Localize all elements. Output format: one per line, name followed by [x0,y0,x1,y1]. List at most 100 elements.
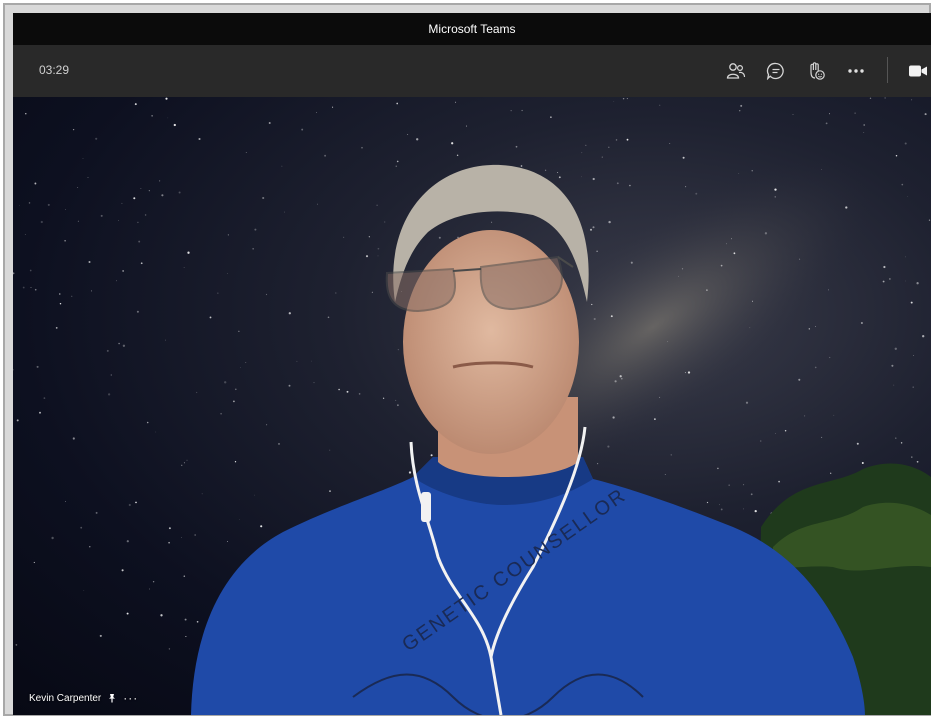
star [161,194,164,197]
star [39,411,41,414]
star [626,98,628,100]
star [65,501,67,502]
star [916,460,919,463]
star [884,97,886,99]
screenshot-frame: Microsoft Teams 03:29 GENETIC COUNSELLOR… [3,3,931,716]
star [685,186,687,188]
show-participants-button[interactable] [721,57,751,85]
star [283,211,285,213]
star [186,459,188,461]
star [733,252,736,255]
more-icon [848,69,864,73]
star [905,280,906,282]
star [252,248,254,250]
star [361,146,363,149]
more-actions-button[interactable] [841,57,871,85]
star [901,183,904,186]
participant-name: Kevin Carpenter [29,692,102,704]
star [217,292,219,294]
star [43,397,46,399]
star [738,109,741,112]
star [558,176,561,179]
star [51,536,54,540]
star [107,393,111,396]
star [684,372,686,374]
star [134,103,137,106]
star [749,327,751,329]
star [254,228,257,231]
star [168,541,170,544]
star [743,508,744,510]
star [311,360,312,362]
star [196,391,198,394]
star [581,176,583,178]
camera-toggle-button[interactable] [903,57,931,85]
star [296,360,298,362]
star [122,344,126,347]
star [738,173,740,174]
star [88,260,91,264]
star [183,266,185,268]
star [612,416,615,419]
show-conversation-button[interactable] [761,57,791,85]
star [266,424,268,426]
star [224,381,227,384]
star [808,328,810,330]
star [140,262,143,265]
star [168,527,171,530]
star [313,382,315,384]
star [146,421,149,424]
star [825,122,828,125]
star [608,220,611,224]
star [121,569,124,572]
star [36,365,39,368]
star [597,463,599,465]
star [239,519,241,520]
participant-video[interactable]: GENETIC COUNSELLOR Kevin Carpenter ··· [13,97,931,715]
star [592,177,595,181]
star [209,316,212,319]
star [515,145,518,148]
star [491,221,493,223]
star [151,115,153,117]
star [682,156,685,159]
star [329,490,331,492]
star [395,165,397,167]
star [332,106,334,108]
star [377,247,380,250]
star [185,635,187,638]
title-bar: Microsoft Teams [13,13,931,45]
star [619,375,622,378]
star [592,226,595,229]
star [754,509,757,513]
star [89,546,91,548]
star [900,442,903,444]
star [905,256,906,258]
star [922,335,925,338]
star [34,288,37,291]
star [894,347,897,350]
star [911,456,913,458]
reactions-button[interactable] [801,57,831,85]
star [329,449,331,451]
star [95,137,98,140]
participant-more-options[interactable]: ··· [123,691,138,705]
star [659,104,661,106]
star [615,139,618,141]
star [288,384,291,387]
star [135,501,137,504]
star [774,196,776,198]
star [510,110,512,112]
star [165,339,166,341]
star [815,325,816,327]
star [384,221,386,223]
star [726,243,727,245]
star [137,221,139,224]
star [376,204,378,206]
star [895,154,898,157]
star [521,109,523,112]
star [144,214,147,216]
star [265,293,268,296]
pin-icon[interactable] [107,693,117,703]
star [152,581,155,583]
